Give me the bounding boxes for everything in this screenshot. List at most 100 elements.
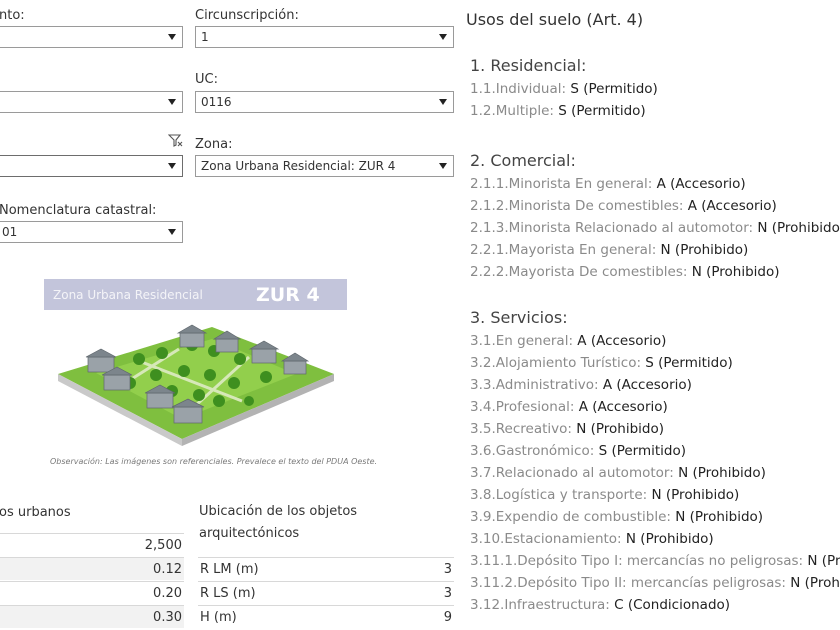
use-status: A (Accesorio) [602,377,692,393]
list-item: 2.1.2.Minorista De comestibles: A (Acces… [470,195,777,217]
filter-dropdown-mid-left[interactable] [0,91,183,113]
use-status: N (Prohibido) [660,242,749,258]
table-row: R LM (m) 3 [198,557,454,580]
table-cell-value: 0.30 [153,610,182,625]
list-item: 3.12.Infraestructura: C (Condicionado) [470,594,730,616]
chevron-down-icon [168,229,176,235]
list-item: 3.6.Gastronómico: S (Permitido) [470,440,686,462]
list-item: 3.1.En general: A (Accesorio) [470,330,666,352]
zona-label: Zona: [195,137,233,152]
use-code: 3.7.Relacionado al automotor: [470,465,679,481]
use-status: N (Prohibido) [625,531,714,547]
list-item: 3.5.Recreativo: N (Prohibido) [470,418,664,440]
use-code: 3.1.En general: [470,333,578,349]
filter-dropdown-low-left[interactable] [0,155,183,177]
table-cell-value: 9 [443,610,452,625]
use-code: 2.2.1.Mayorista En general: [470,242,661,258]
use-code: 3.3.Administrativo: [470,377,603,393]
use-code: 3.10.Estacionamiento: [470,531,626,547]
clear-filter-icon[interactable] [168,134,184,148]
table-cell-value: 2,500 [144,538,182,553]
use-code: 2.1.2.Minorista De comestibles: [470,198,688,214]
list-item: 3.4.Profesional: A (Accesorio) [470,396,668,418]
use-status: N (Prohibido) [691,264,780,280]
usos-category-heading: 2. Comercial: [470,151,576,170]
use-code: 3.4.Profesional: [470,399,579,415]
list-item: 2.2.1.Mayorista En general: N (Prohibido… [470,239,748,261]
usos-list: 1. Residencial: 1.1.Individual: S (Permit… [470,56,840,630]
dropdown-value: Zona Urbana Residencial: ZUR 4 [201,159,396,173]
use-code: 2.2.2.Mayorista De comestibles: [470,264,692,280]
use-code: 3.12.Infraestructura: [470,597,615,613]
dropdown-value: 1 [201,30,209,44]
table-cell-label: R LM (m) [200,562,259,577]
use-status: N (Prohibido) [576,421,665,437]
filter-dropdown-top-left[interactable] [0,26,183,48]
use-code: 3.6.Gastronómico: [470,443,599,459]
table-cell-label: H (m) [200,610,237,625]
table-cell-value: 0.12 [153,562,182,577]
nomenclatura-label: Nomenclatura catastral: [0,203,157,218]
table-cell-value: 3 [443,586,452,601]
ubicacion-title-line2: arquitectónicos [199,526,300,541]
use-status: C (Condicionado) [614,597,731,613]
table-cell-value: 0.20 [153,586,182,601]
use-status: A (Accesorio) [577,333,667,349]
list-item: 3.2.Alojamiento Turístico: S (Permitido) [470,352,733,374]
table-cell-value: 3 [443,562,452,577]
use-status: N (Prohibido) [651,487,740,503]
list-item: 3.8.Logística y transporte: N (Prohibido… [470,484,739,506]
list-item: 1.1.Individual: S (Permitido) [470,78,658,100]
list-item: 3.11.1.Depósito Tipo I: mercancías no pe… [470,550,840,572]
list-item: 1.2.Multiple: S (Permitido) [470,100,646,122]
use-code: 3.9.Expendio de combustible: [470,509,676,525]
use-status: S (Permitido) [570,81,658,97]
use-code: 1.2.Multiple: [470,103,559,119]
circunscripcion-dropdown[interactable]: 1 [195,26,454,48]
ubicacion-title: Ubicación de los objetos arquitectónicos [199,501,357,545]
use-status: N (Prohibido) [807,553,840,569]
list-item: 3.10.Estacionamiento: N (Prohibido) [470,528,714,550]
city-block-illustration [58,324,334,446]
zone-illustration: Zona Urbana Residencial ZUR 4 [44,279,347,454]
list-item: 2.1.3.Minorista Relacionado al automotor… [470,217,840,239]
use-status: A (Accesorio) [578,399,668,415]
chevron-down-icon [439,163,447,169]
nomenclatura-dropdown[interactable]: 01 [0,221,183,243]
chevron-down-icon [168,99,176,105]
table-row: H (m) 9 [198,605,454,628]
table-row: 0.20 [0,581,184,604]
chevron-down-icon [168,34,176,40]
dropdown-value: 0116 [201,95,232,109]
chevron-down-icon [439,99,447,105]
list-item: 3.3.Administrativo: A (Accesorio) [470,374,692,396]
use-code: 3.8.Logística y transporte: [470,487,652,503]
usos-title: Usos del suelo (Art. 4) [466,10,644,29]
use-code: 2.1.3.Minorista Relacionado al automotor… [470,220,758,236]
table-row: 0.12 [0,557,184,580]
usos-category-heading: 3. Servicios: [470,308,568,327]
use-code: 2.1.1.Minorista En general: [470,176,657,192]
table-row: 0.30 [0,605,184,628]
filter-label-top-left: nto: [0,8,25,23]
uc-dropdown[interactable]: 0116 [195,91,454,113]
uc-label: UC: [195,72,218,87]
use-status: N (Prohibido) [675,509,764,525]
chevron-down-icon [439,34,447,40]
list-item: 3.9.Expendio de combustible: N (Prohibid… [470,506,763,528]
use-code: 3.11.2.Depósito Tipo II: mercancías peli… [470,575,791,591]
use-code: 3.11.1.Depósito Tipo I: mercancías no pe… [470,553,808,569]
zona-dropdown[interactable]: Zona Urbana Residencial: ZUR 4 [195,155,454,177]
use-status: S (Permitido) [558,103,646,119]
use-code: 3.2.Alojamiento Turístico: [470,355,646,371]
table-cell-label: R LS (m) [200,586,256,601]
list-item: 3.11.2.Depósito Tipo II: mercancías peli… [470,572,840,594]
use-status: N (Prohibido) [790,575,840,591]
table-row: 2,500 [0,533,184,556]
use-code: 1.1.Individual: [470,81,571,97]
list-item: 3.7.Relacionado al automotor: N (Prohibi… [470,462,766,484]
use-status: N (Prohibido) [678,465,766,481]
table-row: R LS (m) 3 [198,581,454,604]
list-item: 2.2.2.Mayorista De comestibles: N (Prohi… [470,261,780,283]
use-status: N (Prohibido) [757,220,840,236]
